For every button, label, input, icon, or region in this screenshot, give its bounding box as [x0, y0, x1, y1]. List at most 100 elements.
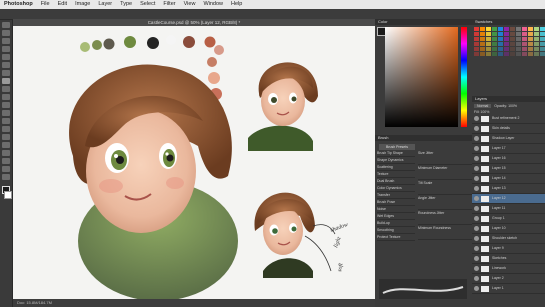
swatch[interactable]	[510, 27, 515, 31]
brush-option[interactable]: Shape Dynamics	[377, 157, 415, 164]
eye-icon[interactable]	[474, 236, 479, 241]
quick-select-tool-icon[interactable]	[2, 46, 10, 52]
brush-option[interactable]: Texture	[377, 171, 415, 178]
eye-icon[interactable]	[474, 256, 479, 261]
swatch[interactable]	[504, 27, 509, 31]
swatch[interactable]	[492, 52, 497, 56]
swatch[interactable]	[480, 37, 485, 41]
color-panel-tab[interactable]: Color	[375, 19, 472, 25]
brush-option[interactable]: Smoothing	[377, 227, 415, 234]
swatch[interactable]	[534, 32, 539, 36]
eye-icon[interactable]	[474, 176, 479, 181]
swatch[interactable]	[528, 37, 533, 41]
swatch[interactable]	[522, 52, 527, 56]
brush-setting[interactable]: Size Jitter	[418, 150, 472, 165]
eye-icon[interactable]	[474, 266, 479, 271]
brush-panel-tab[interactable]: Brush	[375, 135, 472, 141]
layer-row[interactable]: Linework	[472, 264, 545, 274]
swatch[interactable]	[516, 37, 521, 41]
zoom-tool-icon[interactable]	[2, 174, 10, 180]
swatch[interactable]	[528, 52, 533, 56]
brush-option[interactable]: Color Dynamics	[377, 185, 415, 192]
healing-tool-icon[interactable]	[2, 70, 10, 76]
swatch[interactable]	[510, 52, 515, 56]
swatch[interactable]	[522, 27, 527, 31]
swatch[interactable]	[474, 47, 479, 51]
swatch[interactable]	[534, 37, 539, 41]
hue-slider[interactable]	[461, 27, 467, 127]
hand-tool-icon[interactable]	[2, 166, 10, 172]
swatch[interactable]	[528, 47, 533, 51]
swatch[interactable]	[516, 42, 521, 46]
menu-file[interactable]: File	[37, 0, 54, 9]
swatch[interactable]	[516, 47, 521, 51]
swatch[interactable]	[528, 42, 533, 46]
swatch[interactable]	[486, 27, 491, 31]
menu-layer[interactable]: Layer	[94, 0, 116, 9]
shape-tool-icon[interactable]	[2, 158, 10, 164]
swatch[interactable]	[510, 37, 515, 41]
menu-filter[interactable]: Filter	[159, 0, 179, 9]
brush-option[interactable]: Brush Tip Shape	[377, 150, 415, 157]
move-tool-icon[interactable]	[2, 22, 10, 28]
brush-option[interactable]: Brush Pose	[377, 199, 415, 206]
swatch[interactable]	[480, 42, 485, 46]
swatch[interactable]	[498, 37, 503, 41]
swatch[interactable]	[480, 27, 485, 31]
brush-setting[interactable]: Roundness Jitter	[418, 210, 472, 225]
gradient-tool-icon[interactable]	[2, 110, 10, 116]
layer-row[interactable]: Layer 17	[472, 144, 545, 154]
color-field[interactable]	[385, 27, 458, 127]
swatch[interactable]	[528, 32, 533, 36]
eye-icon[interactable]	[474, 246, 479, 251]
eye-icon[interactable]	[474, 216, 479, 221]
swatch[interactable]	[534, 52, 539, 56]
swatch[interactable]	[486, 32, 491, 36]
swatch[interactable]	[540, 42, 545, 46]
swatch[interactable]	[498, 27, 503, 31]
swatch[interactable]	[474, 27, 479, 31]
swatch[interactable]	[534, 42, 539, 46]
type-tool-icon[interactable]	[2, 142, 10, 148]
swatch[interactable]	[504, 52, 509, 56]
blend-mode-select[interactable]: Normal	[474, 104, 492, 108]
lasso-tool-icon[interactable]	[2, 38, 10, 44]
swatch[interactable]	[474, 37, 479, 41]
layer-row[interactable]: Skin details	[472, 124, 545, 134]
layer-row[interactable]: Group 1	[472, 214, 545, 224]
menu-edit[interactable]: Edit	[54, 0, 71, 9]
swatch[interactable]	[486, 37, 491, 41]
layer-row[interactable]: Layer 12	[472, 194, 545, 204]
swatch[interactable]	[504, 47, 509, 51]
layer-row[interactable]: Sketches	[472, 254, 545, 264]
swatch[interactable]	[510, 32, 515, 36]
eyedropper-tool-icon[interactable]	[2, 62, 10, 68]
clone-stamp-tool-icon[interactable]	[2, 86, 10, 92]
pen-tool-icon[interactable]	[2, 134, 10, 140]
dodge-tool-icon[interactable]	[2, 126, 10, 132]
eye-icon[interactable]	[474, 116, 479, 121]
path-select-tool-icon[interactable]	[2, 150, 10, 156]
menu-app[interactable]: Photoshop	[0, 0, 37, 9]
brush-option[interactable]: Dual Brush	[377, 178, 415, 185]
eye-icon[interactable]	[474, 276, 479, 281]
eye-icon[interactable]	[474, 286, 479, 291]
brush-tool-icon[interactable]	[2, 78, 10, 84]
brush-setting[interactable]: Minimum Roundness	[418, 225, 472, 240]
swatch[interactable]	[540, 37, 545, 41]
swatch[interactable]	[534, 27, 539, 31]
blur-tool-icon[interactable]	[2, 118, 10, 124]
swatch[interactable]	[516, 52, 521, 56]
eye-icon[interactable]	[474, 146, 479, 151]
brush-option[interactable]: Build-up	[377, 220, 415, 227]
swatch[interactable]	[480, 47, 485, 51]
history-brush-tool-icon[interactable]	[2, 94, 10, 100]
swatch-grid[interactable]	[472, 25, 545, 58]
layer-row[interactable]: Bust refinement 2	[472, 114, 545, 124]
swatch[interactable]	[492, 42, 497, 46]
swatch[interactable]	[498, 32, 503, 36]
swatch[interactable]	[540, 32, 545, 36]
swatch[interactable]	[480, 52, 485, 56]
layer-row[interactable]: Shadow Layer	[472, 134, 545, 144]
eye-icon[interactable]	[474, 136, 479, 141]
